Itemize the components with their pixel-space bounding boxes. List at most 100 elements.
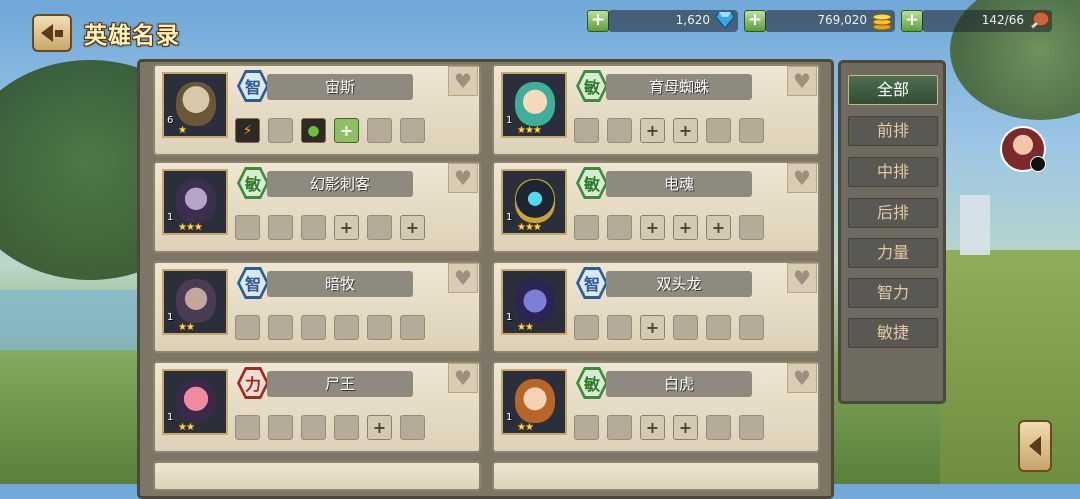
add-stamina-button[interactable]: + — [901, 10, 923, 32]
equipment-slot[interactable] — [367, 315, 392, 340]
equipment-slot[interactable] — [739, 215, 764, 240]
hero-card-partial[interactable] — [153, 461, 481, 491]
favorite-button[interactable]: ♥ — [787, 263, 817, 293]
equipment-slot[interactable] — [739, 315, 764, 340]
hero-card-broodmother[interactable]: 1 ★★★ 敏 育母蜘蛛 ♥ + + — [492, 64, 820, 156]
add-gold-button[interactable]: + — [744, 10, 766, 32]
filter-strength-button[interactable]: 力量 — [848, 238, 938, 268]
favorite-button[interactable]: ♥ — [787, 163, 817, 193]
equipment-slot-add[interactable]: + — [673, 215, 698, 240]
equipment-slot-add[interactable]: + — [640, 118, 665, 143]
heart-icon: ♥ — [454, 366, 472, 390]
hero-card-jakiro[interactable]: 1 ★★ 智 双头龙 ♥ + — [492, 261, 820, 353]
hero-card-phantom-assassin[interactable]: 1 ★★★ 敏 幻影刺客 ♥ + + — [153, 161, 481, 253]
hero-portrait[interactable]: 1 ★★ — [501, 269, 567, 335]
equipment-slot[interactable] — [268, 415, 293, 440]
hero-level: 1 — [506, 312, 513, 323]
chevron-left-icon — [1029, 436, 1041, 456]
hero-portrait[interactable]: 1 ★★★ — [162, 169, 228, 235]
back-button[interactable] — [32, 14, 72, 52]
hero-stars: ★★ — [517, 422, 534, 433]
equipment-slot[interactable] — [673, 315, 698, 340]
equipment-slot[interactable] — [268, 315, 293, 340]
favorite-button[interactable]: ♥ — [448, 66, 478, 96]
hero-card-dark-priest[interactable]: 1 ★★ 智 暗牧 ♥ — [153, 261, 481, 353]
hero-card-zeus[interactable]: 6 ★ 智 宙斯 ♥ ⚡ ● + — [153, 64, 481, 156]
equipment-slot[interactable] — [607, 215, 632, 240]
equipment-slot[interactable] — [607, 118, 632, 143]
hero-card-lich-king[interactable]: 1 ★★ 力 尸王 ♥ + — [153, 361, 481, 453]
attribute-badge: 敏 — [576, 367, 608, 399]
equipment-slot-add[interactable]: + — [673, 118, 698, 143]
equipment-slot[interactable] — [706, 415, 731, 440]
hero-level: 1 — [167, 312, 174, 323]
equipment-slot[interactable] — [574, 215, 599, 240]
equipment-slot[interactable] — [235, 415, 260, 440]
equipment-slot[interactable]: ⚡ — [235, 118, 260, 143]
add-diamonds-button[interactable]: + — [587, 10, 609, 32]
hero-list-panel[interactable]: 6 ★ 智 宙斯 ♥ ⚡ ● + 1 ★★★ 敏 育母蜘蛛 ♥ + + 1 ★★… — [137, 59, 834, 499]
equipment-slot-add[interactable]: + — [640, 315, 665, 340]
equipment-slot[interactable] — [400, 118, 425, 143]
filter-front-button[interactable]: 前排 — [848, 116, 938, 146]
equipment-slot[interactable] — [607, 315, 632, 340]
equipment-slot[interactable] — [334, 415, 359, 440]
equipment-slot-add[interactable]: + — [673, 415, 698, 440]
equipment-slot[interactable]: ● — [301, 118, 326, 143]
favorite-button[interactable]: ♥ — [448, 263, 478, 293]
filter-agility-button[interactable]: 敏捷 — [848, 318, 938, 348]
hero-name: 电魂 — [606, 171, 752, 197]
hero-portrait[interactable]: 1 ★★ — [501, 369, 567, 435]
hero-card-partial[interactable] — [492, 461, 820, 491]
equipment-slot[interactable] — [574, 118, 599, 143]
equipment-slot[interactable] — [706, 315, 731, 340]
equipment-slot-add[interactable]: + — [640, 415, 665, 440]
favorite-button[interactable]: ♥ — [448, 363, 478, 393]
filter-all-button[interactable]: 全部 — [848, 75, 938, 105]
hero-portrait[interactable]: 1 ★★★ — [501, 169, 567, 235]
equipment-slot-add[interactable]: + — [640, 215, 665, 240]
equipment-slot[interactable] — [268, 118, 293, 143]
equipment-slot[interactable] — [607, 415, 632, 440]
hero-card-storm-spirit[interactable]: 1 ★★★ 敏 电魂 ♥ + + + — [492, 161, 820, 253]
equipment-slot[interactable] — [400, 415, 425, 440]
equipment-slot[interactable] — [367, 118, 392, 143]
favorite-button[interactable]: ♥ — [448, 163, 478, 193]
equipment-slot[interactable] — [739, 118, 764, 143]
equipment-slot-add[interactable]: + — [400, 215, 425, 240]
equipment-slot[interactable] — [574, 315, 599, 340]
equipment-slot[interactable] — [334, 315, 359, 340]
equipment-slot[interactable] — [235, 315, 260, 340]
equipment-slot[interactable] — [301, 415, 326, 440]
filter-middle-button[interactable]: 中排 — [848, 157, 938, 187]
equipment-slot[interactable] — [367, 215, 392, 240]
collapse-button[interactable] — [1018, 420, 1052, 472]
equipment-slot-add[interactable]: + — [706, 215, 731, 240]
equipment-slot[interactable] — [706, 118, 731, 143]
equipment-slot[interactable] — [301, 215, 326, 240]
equipment-slots: + — [574, 315, 764, 340]
stamina-value: 142/66 — [981, 13, 1024, 27]
equipment-slot[interactable] — [301, 315, 326, 340]
equipment-slot-add[interactable]: + — [334, 215, 359, 240]
gold-counter: 769,020 — [765, 10, 895, 32]
hero-portrait[interactable]: 1 ★★ — [162, 269, 228, 335]
favorite-button[interactable]: ♥ — [787, 66, 817, 96]
back-arrow-icon — [41, 24, 53, 42]
equipment-slot[interactable] — [739, 415, 764, 440]
equipment-slot[interactable] — [574, 415, 599, 440]
hero-portrait[interactable]: 6 ★ — [162, 72, 228, 138]
hero-portrait[interactable]: 1 ★★★ — [501, 72, 567, 138]
equipment-slot-add[interactable]: + — [367, 415, 392, 440]
heart-icon: ♥ — [454, 166, 472, 190]
equipment-slot[interactable] — [268, 215, 293, 240]
filter-intelligence-button[interactable]: 智力 — [848, 278, 938, 308]
hero-portrait[interactable]: 1 ★★ — [162, 369, 228, 435]
equipment-slot[interactable] — [235, 215, 260, 240]
favorite-button[interactable]: ♥ — [787, 363, 817, 393]
filter-back-button[interactable]: 后排 — [848, 198, 938, 228]
diamond-counter: 1,620 — [608, 10, 738, 32]
equipment-slot-add[interactable]: + — [334, 118, 359, 143]
hero-card-white-tiger[interactable]: 1 ★★ 敏 白虎 ♥ + + — [492, 361, 820, 453]
equipment-slot[interactable] — [400, 315, 425, 340]
